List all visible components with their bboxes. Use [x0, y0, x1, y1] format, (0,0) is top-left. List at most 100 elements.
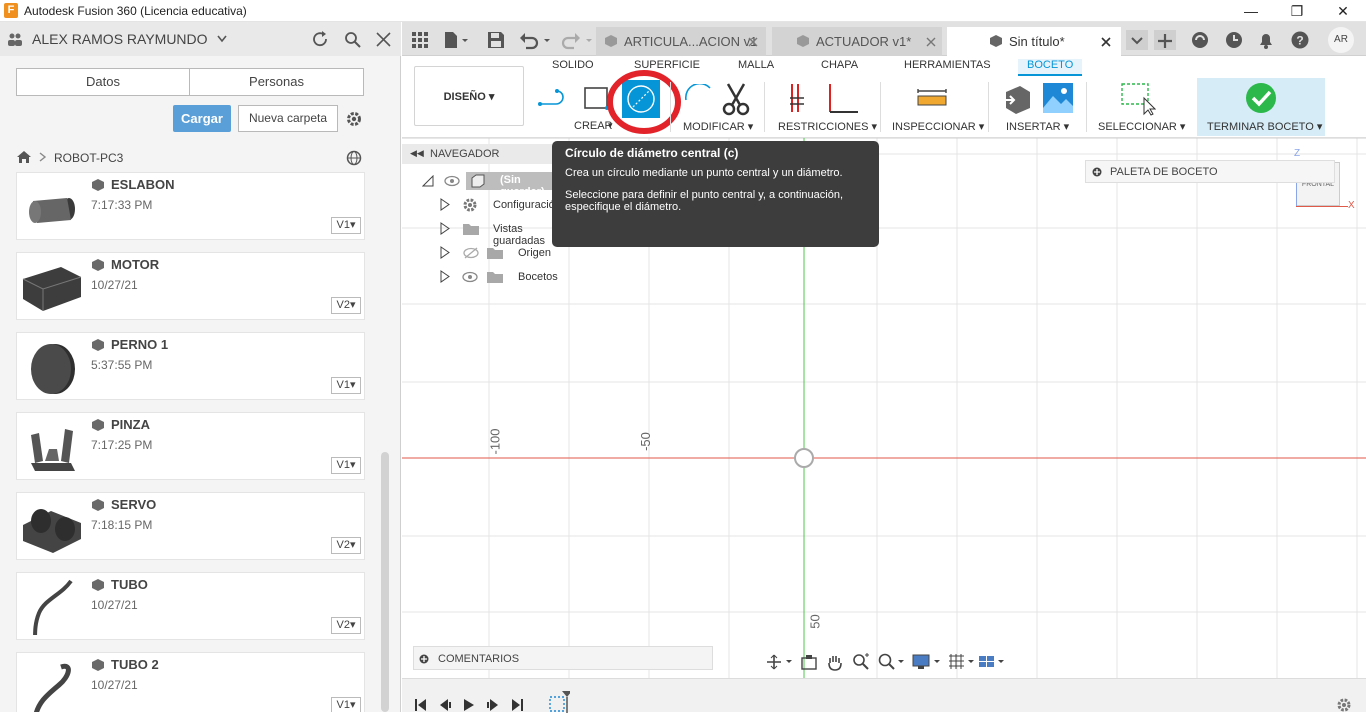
file-item[interactable]: PERNO 1 5:37:55 PM V1▾	[16, 332, 365, 400]
expand-triangle-icon[interactable]	[440, 222, 450, 235]
group-crear[interactable]: CREAR	[574, 120, 613, 132]
version-dropdown[interactable]: V1▾	[331, 377, 361, 394]
redo-icon[interactable]	[560, 30, 594, 50]
timeline-settings-gear-icon[interactable]	[1336, 697, 1352, 713]
display-settings-icon[interactable]	[912, 653, 942, 671]
ribbon-tab-chapa[interactable]: CHAPA	[821, 59, 858, 71]
fit-zoom-window-icon[interactable]	[878, 653, 906, 671]
zoom-icon[interactable]	[852, 653, 870, 671]
step-forward-icon[interactable]	[486, 698, 500, 712]
tab-personas[interactable]: Personas	[189, 68, 364, 96]
gear-icon[interactable]	[345, 110, 363, 128]
timeline-marker-icon[interactable]	[546, 689, 570, 713]
file-item[interactable]: TUBO 2 10/27/21 V1▾	[16, 652, 365, 712]
tab-sin-titulo[interactable]: Sin título*	[947, 27, 1121, 56]
line-tool-icon[interactable]	[536, 86, 574, 108]
refresh-icon[interactable]	[312, 31, 329, 48]
file-item[interactable]: ESLABON 7:17:33 PM V1▾	[16, 172, 365, 240]
ribbon-tab-herramientas[interactable]: HERRAMIENTAS	[904, 59, 991, 71]
sketch-palette[interactable]: PALETA DE BOCETO	[1085, 160, 1335, 183]
insert-derive-icon[interactable]	[1000, 82, 1032, 114]
go-to-end-icon[interactable]	[510, 698, 524, 712]
pan-hand-icon[interactable]	[826, 653, 844, 671]
collapse-triangle-icon[interactable]	[422, 175, 434, 187]
app-grid-icon[interactable]	[410, 30, 430, 50]
file-item[interactable]: TUBO 10/27/21 V2▾	[16, 572, 365, 640]
close-tab-icon[interactable]	[748, 37, 758, 47]
group-insertar[interactable]: INSERTAR ▾	[1006, 120, 1069, 133]
close-panel-icon[interactable]	[376, 32, 391, 47]
save-icon[interactable]	[486, 30, 506, 50]
file-list-scrollbar[interactable]	[381, 452, 389, 712]
maximize-button[interactable]: ❐	[1274, 0, 1320, 22]
arc-tool-icon[interactable]	[684, 84, 714, 104]
version-dropdown[interactable]: V2▾	[331, 297, 361, 314]
grid-settings-icon[interactable]	[948, 653, 976, 671]
new-tab-plus-icon[interactable]	[1154, 30, 1176, 50]
canvas-viewport[interactable]: -100 -50 50 ◀◀ NAVEGADOR (Sin guardar) C…	[402, 138, 1366, 678]
extensions-icon[interactable]	[1190, 30, 1210, 50]
eye-hidden-icon[interactable]	[462, 247, 480, 259]
version-dropdown[interactable]: V2▾	[331, 537, 361, 554]
browser-node-bocetos[interactable]: Bocetos	[440, 268, 570, 286]
eye-icon[interactable]	[444, 175, 460, 187]
user-name[interactable]: ALEX RAMOS RAYMUNDO	[32, 31, 208, 47]
version-dropdown[interactable]: V2▾	[331, 617, 361, 634]
workspace-dropdown[interactable]: DISEÑO ▾	[414, 66, 524, 126]
breadcrumb-project[interactable]: ROBOT-PC3	[54, 151, 123, 165]
new-folder-button[interactable]: Nueva carpeta	[238, 105, 338, 132]
tab-articulacion[interactable]: ARTICULA...ACION v1	[596, 27, 766, 56]
tab-actuador[interactable]: ACTUADOR v1*	[772, 27, 942, 56]
version-dropdown[interactable]: V1▾	[331, 457, 361, 474]
viewports-icon[interactable]	[978, 653, 1006, 671]
upload-button[interactable]: Cargar	[173, 105, 231, 132]
undo-icon[interactable]	[518, 30, 552, 50]
eye-icon[interactable]	[462, 271, 478, 283]
tab-overflow-chevron-icon[interactable]	[1126, 30, 1148, 50]
play-icon[interactable]	[462, 698, 476, 712]
file-item[interactable]: PINZA 7:17:25 PM V1▾	[16, 412, 365, 480]
expand-plus-icon[interactable]	[419, 654, 429, 664]
go-to-start-icon[interactable]	[414, 698, 428, 712]
coincident-constraint-icon[interactable]	[788, 82, 810, 116]
step-back-icon[interactable]	[438, 698, 452, 712]
collapse-browser-icon[interactable]: ◀◀	[410, 148, 424, 159]
select-window-icon[interactable]	[1120, 82, 1156, 116]
trim-scissors-icon[interactable]	[722, 82, 752, 116]
minimize-button[interactable]: —	[1228, 0, 1274, 22]
close-tab-icon[interactable]	[926, 37, 936, 47]
expand-triangle-icon[interactable]	[440, 246, 450, 259]
ribbon-tab-solido[interactable]: SOLIDO	[552, 59, 594, 71]
crear-dropdown-icon[interactable]: ▾	[608, 120, 613, 131]
browser-node-origen[interactable]: Origen	[440, 244, 570, 262]
tab-datos[interactable]: Datos	[16, 68, 190, 96]
comments-panel[interactable]: COMENTARIOS	[413, 646, 713, 670]
notifications-bell-icon[interactable]	[1256, 30, 1276, 50]
browser-header[interactable]: ◀◀ NAVEGADOR	[402, 144, 552, 164]
expand-plus-icon[interactable]	[1092, 167, 1102, 177]
user-avatar[interactable]: AR	[1328, 27, 1354, 53]
globe-icon[interactable]	[346, 150, 362, 166]
chevron-down-icon[interactable]	[217, 35, 227, 43]
help-icon[interactable]: ?	[1290, 30, 1310, 50]
look-at-icon[interactable]	[800, 654, 818, 670]
home-icon[interactable]	[16, 150, 32, 164]
version-dropdown[interactable]: V1▾	[331, 217, 361, 234]
ribbon-tab-malla[interactable]: MALLA	[738, 59, 774, 71]
ribbon-tab-boceto[interactable]: BOCETO	[1018, 59, 1083, 76]
browser-node-configuracion[interactable]: Configuración	[440, 196, 570, 214]
group-seleccionar[interactable]: SELECCIONAR ▾	[1098, 120, 1185, 133]
group-restricciones[interactable]: RESTRICCIONES ▾	[778, 120, 877, 133]
expand-triangle-icon[interactable]	[440, 198, 450, 211]
expand-triangle-icon[interactable]	[440, 270, 450, 283]
finish-sketch-button[interactable]: TERMINAR BOCETO ▾	[1197, 78, 1325, 136]
close-window-button[interactable]: ✕	[1320, 0, 1366, 22]
version-dropdown[interactable]: V1▾	[331, 697, 361, 712]
file-item[interactable]: MOTOR 10/27/21 V2▾	[16, 252, 365, 320]
close-tab-icon[interactable]	[1101, 37, 1111, 47]
perpendicular-constraint-icon[interactable]	[826, 82, 860, 116]
job-status-clock-icon[interactable]	[1224, 30, 1244, 50]
file-menu-icon[interactable]	[442, 30, 470, 50]
orbit-icon[interactable]	[766, 654, 794, 670]
file-item[interactable]: SERVO 7:18:15 PM V2▾	[16, 492, 365, 560]
